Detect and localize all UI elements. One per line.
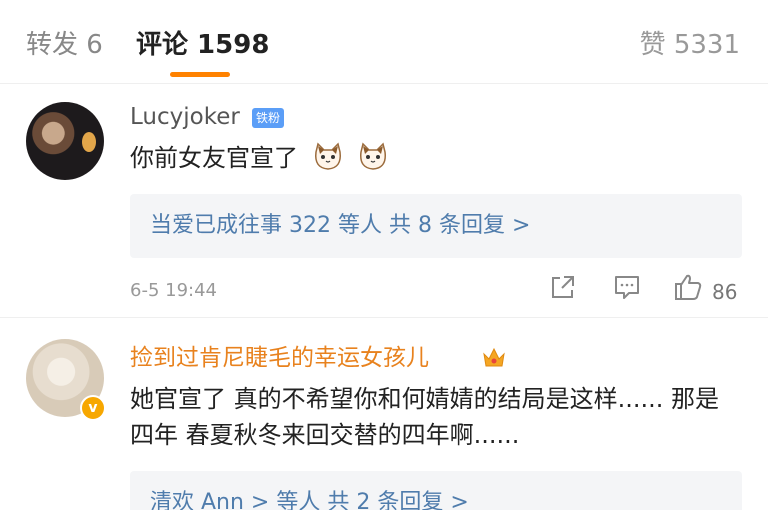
comment-text: 她官宣了 真的不希望你和何婧婧的结局是这样...... 那是四年 春夏秋冬来回交… (130, 385, 720, 449)
comment-text: 你前女友官宣了 (130, 140, 389, 176)
tab-comments[interactable]: 评论 1598 (136, 28, 269, 62)
comment-time: 6-5 19:44 (130, 280, 217, 301)
reply-summary[interactable]: 当爱已成往事 322 等人 共 8 条回复 > (130, 194, 742, 258)
avatar[interactable] (26, 102, 104, 180)
like-icon[interactable] (672, 272, 704, 302)
comment-item: Lucyjoker 铁粉 你前女友官宣了 当爱已成往事 322 等人 共 8 条… (0, 84, 768, 318)
like-count: 86 (712, 280, 738, 304)
fan-badge: 铁粉 (252, 108, 285, 128)
verified-icon: v (80, 395, 106, 421)
comment-username[interactable]: Lucyjoker (130, 102, 240, 132)
comment-tabs: 转发 6 评论 1598 赞 5331 (0, 0, 768, 84)
tab-repost[interactable]: 转发 6 (26, 28, 103, 62)
cat-emoji-icon (314, 142, 341, 170)
comment-username[interactable]: 捡到过肯尼睫毛的幸运女孩儿 (130, 343, 429, 373)
comment-icon[interactable] (612, 272, 642, 302)
comment-text-content: 你前女友官宣了 (130, 144, 298, 172)
active-tab-indicator (170, 72, 230, 77)
share-icon[interactable] (548, 272, 578, 302)
tab-likes[interactable]: 赞 5331 (640, 28, 740, 62)
comment-item: v 捡到过肯尼睫毛的幸运女孩儿 她官宣了 真的不希望你和何婧婧的结局是这样...… (0, 319, 768, 510)
cat-emoji-icon (360, 142, 387, 170)
reply-summary[interactable]: 清欢 Ann > 等人 共 2 条回复 > (130, 471, 742, 510)
crown-icon (483, 347, 505, 367)
